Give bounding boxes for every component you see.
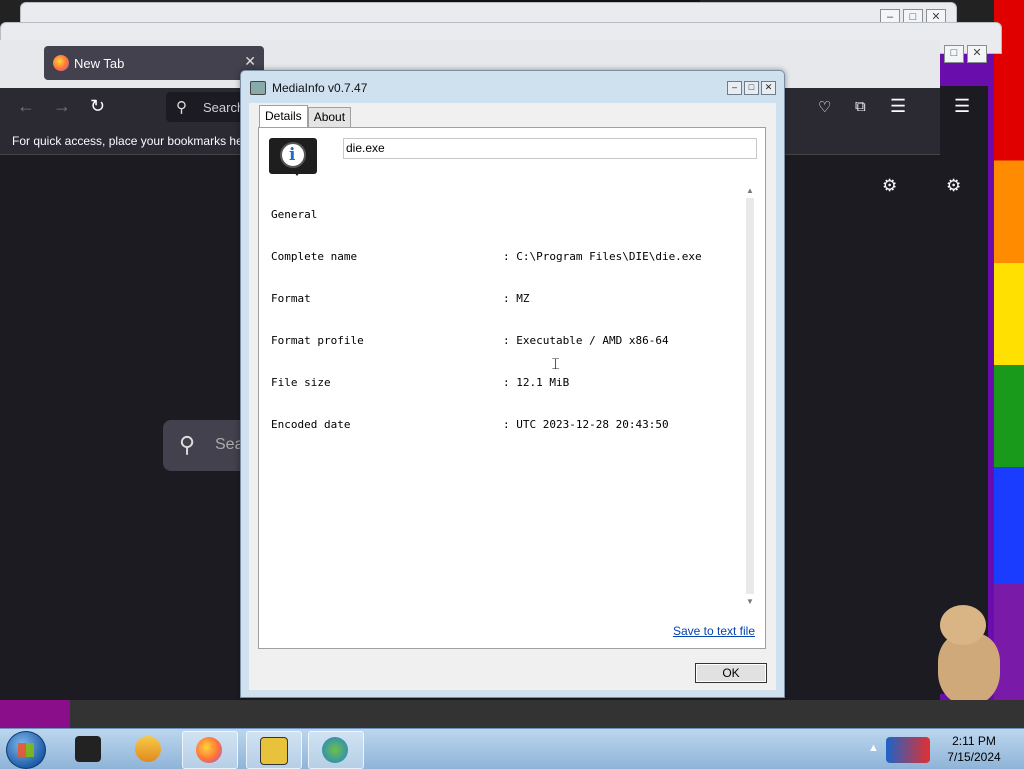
firefox-icon bbox=[53, 55, 69, 71]
report-line: Format: MZ bbox=[271, 292, 530, 305]
media-player-icon bbox=[135, 736, 161, 762]
tray-app-icon[interactable] bbox=[886, 737, 930, 763]
desktop-mascot-image bbox=[930, 605, 1006, 705]
firefox-icon bbox=[196, 737, 222, 763]
reload-icon[interactable]: ↻ bbox=[90, 96, 105, 117]
save-to-text-file-link[interactable]: Save to text file bbox=[673, 624, 755, 638]
url-placeholder: Search bbox=[203, 100, 245, 115]
start-button[interactable] bbox=[6, 731, 46, 769]
tab-title: New Tab bbox=[74, 56, 125, 71]
pocket-icon[interactable]: ♡ bbox=[818, 98, 831, 116]
scroll-down-icon[interactable]: ▼ bbox=[746, 597, 754, 606]
menu-icon[interactable]: ☰ bbox=[954, 96, 970, 117]
mediainfo-titlebar[interactable]: MediaInfo v0.7.47 – □ ✕ bbox=[241, 71, 784, 103]
tab-bar: Details About bbox=[259, 105, 352, 127]
clock[interactable]: 2:11 PM 7/15/2024 bbox=[934, 733, 1014, 765]
mediainfo-logo-icon bbox=[269, 138, 317, 176]
forward-arrow-icon[interactable]: → bbox=[53, 96, 71, 117]
vertical-scrollbar[interactable]: ▲ ▼ bbox=[745, 186, 755, 606]
back-arrow-icon[interactable]: ← bbox=[17, 96, 35, 117]
desktop-bottom-wallpaper bbox=[0, 700, 1024, 730]
taskbar-media-player[interactable] bbox=[122, 731, 176, 767]
file-name-field[interactable]: die.exe bbox=[343, 138, 757, 159]
report-line: Format profile: Executable / AMD x86-64 bbox=[271, 334, 669, 347]
explorer-icon bbox=[75, 736, 101, 762]
clock-time: 2:11 PM bbox=[952, 734, 996, 748]
close-icon[interactable]: ✕ bbox=[967, 45, 987, 63]
taskbar-explorer[interactable] bbox=[62, 731, 116, 767]
ok-button[interactable]: OK bbox=[695, 663, 767, 683]
close-icon[interactable]: ✕ bbox=[761, 81, 776, 95]
close-tab-icon[interactable]: ✕ bbox=[244, 53, 256, 70]
scrollbar-track[interactable] bbox=[746, 198, 754, 594]
taskbar-firefox[interactable] bbox=[182, 731, 238, 769]
text-cursor-icon: 𝙸 bbox=[550, 356, 562, 373]
maximize-icon[interactable]: □ bbox=[944, 45, 964, 63]
tray-expand-icon[interactable]: ▲ bbox=[868, 742, 879, 754]
minimize-icon[interactable]: – bbox=[727, 81, 742, 95]
mediainfo-window: MediaInfo v0.7.47 – □ ✕ Details About di… bbox=[240, 70, 785, 698]
maximize-icon[interactable]: □ bbox=[744, 81, 759, 95]
clock-date: 7/15/2024 bbox=[947, 750, 1001, 764]
taskbar: ▲ 2:11 PM 7/15/2024 bbox=[0, 728, 1024, 769]
menu-icon[interactable]: ☰ bbox=[890, 96, 906, 117]
report-line: File size: 12.1 MiB bbox=[271, 376, 570, 389]
report-line: General bbox=[271, 208, 318, 221]
extensions-icon[interactable]: ⧉ bbox=[855, 98, 866, 115]
gear-icon[interactable]: ⚙ bbox=[882, 176, 897, 196]
download-manager-icon bbox=[322, 737, 348, 763]
search-icon: ⚲ bbox=[179, 432, 196, 457]
mediainfo-client: Details About die.exe General Complete n… bbox=[249, 103, 776, 690]
tab-new-tab[interactable]: New Tab ✕ bbox=[44, 46, 264, 80]
report-line: Complete name: C:\Program Files\DIE\die.… bbox=[271, 250, 702, 263]
mediainfo-app-icon bbox=[250, 81, 266, 95]
details-panel: die.exe General Complete name: C:\Progra… bbox=[258, 127, 766, 649]
search-icon: ⚲ bbox=[176, 99, 187, 116]
taskbar-die[interactable] bbox=[246, 731, 302, 769]
media-report-text[interactable]: General Complete name: C:\Program Files\… bbox=[271, 180, 741, 460]
report-line: Encoded date: UTC 2023-12-28 20:43:50 bbox=[271, 418, 669, 431]
tab-about[interactable]: About bbox=[307, 107, 352, 127]
bookmarks-hint: For quick access, place your bookmarks h… bbox=[12, 134, 247, 148]
gear-icon[interactable]: ⚙ bbox=[946, 176, 961, 196]
die-icon bbox=[260, 737, 288, 765]
taskbar-download-manager[interactable] bbox=[308, 731, 364, 769]
scroll-up-icon[interactable]: ▲ bbox=[746, 186, 754, 195]
tab-details[interactable]: Details bbox=[259, 105, 308, 127]
window-title: MediaInfo v0.7.47 bbox=[272, 81, 368, 95]
system-tray: ▲ 2:11 PM 7/15/2024 bbox=[864, 729, 1024, 769]
